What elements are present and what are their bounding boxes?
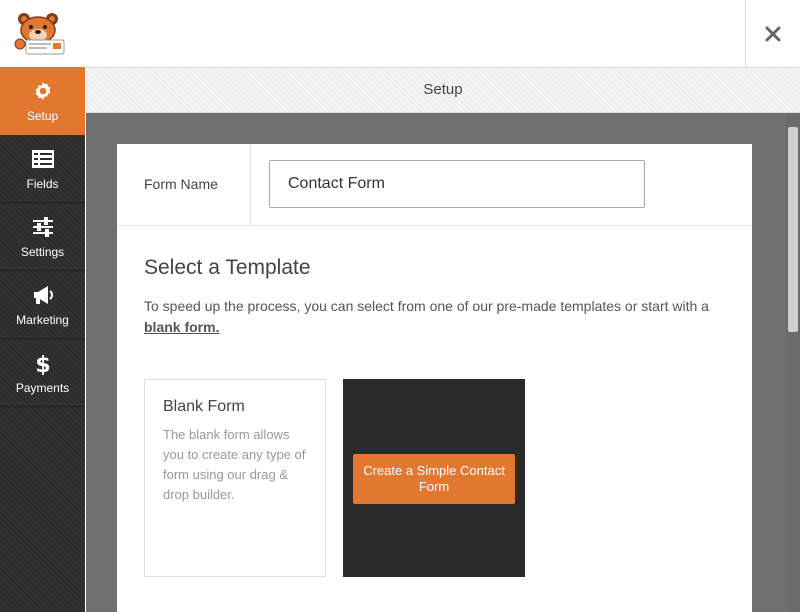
gear-icon	[35, 81, 50, 100]
setup-card: Form Name Select a Template To speed up …	[117, 144, 752, 612]
sidebar-item-label: Payments	[15, 380, 70, 395]
blank-form-title: Blank Form	[163, 398, 245, 415]
sidebar-item-label: Marketing	[16, 312, 69, 327]
sidebar-item-label: Fields	[26, 176, 59, 191]
form-name-row: Form Name	[117, 144, 752, 226]
template-description-text: To speed up the process, you can select …	[144, 298, 709, 314]
sidebar-item-label: Setup	[26, 108, 59, 123]
fields-list-icon	[31, 149, 54, 168]
template-description: To speed up the process, you can select …	[144, 296, 734, 338]
sidebar-item-payments[interactable]: $ Payments	[0, 339, 85, 407]
sidebar-item-label: Settings	[20, 244, 65, 259]
blank-form-link[interactable]: blank form.	[144, 319, 219, 335]
sidebar: Setup Fields Settings Marketing $ Paymen…	[0, 67, 85, 612]
wpforms-logo	[12, 10, 70, 56]
scrollbar-thumb[interactable]	[788, 127, 798, 332]
sidebar-item-marketing[interactable]: Marketing	[0, 271, 85, 339]
sidebar-item-setup[interactable]: Setup	[0, 67, 85, 135]
select-template-heading: Select a Template	[144, 256, 311, 279]
close-button[interactable]	[745, 0, 800, 67]
sliders-icon	[32, 216, 53, 237]
blank-form-template[interactable]: Blank Form The blank form allows you to …	[144, 379, 326, 577]
megaphone-icon	[33, 285, 53, 304]
simple-contact-template: Create a Simple Contact Form	[343, 379, 525, 577]
close-icon	[765, 26, 781, 41]
create-simple-contact-form-button[interactable]: Create a Simple Contact Form	[353, 454, 515, 504]
top-bar	[0, 0, 800, 68]
dollar-icon: $	[35, 353, 50, 375]
sidebar-item-fields[interactable]: Fields	[0, 135, 85, 203]
sidebar-item-settings[interactable]: Settings	[0, 203, 85, 271]
divider	[250, 144, 251, 225]
svg-text:$: $	[35, 353, 50, 375]
form-name-input[interactable]	[269, 160, 645, 208]
blank-form-description: The blank form allows you to create any …	[163, 427, 306, 502]
panel-title: Setup	[86, 68, 800, 113]
form-name-label: Form Name	[144, 176, 218, 192]
